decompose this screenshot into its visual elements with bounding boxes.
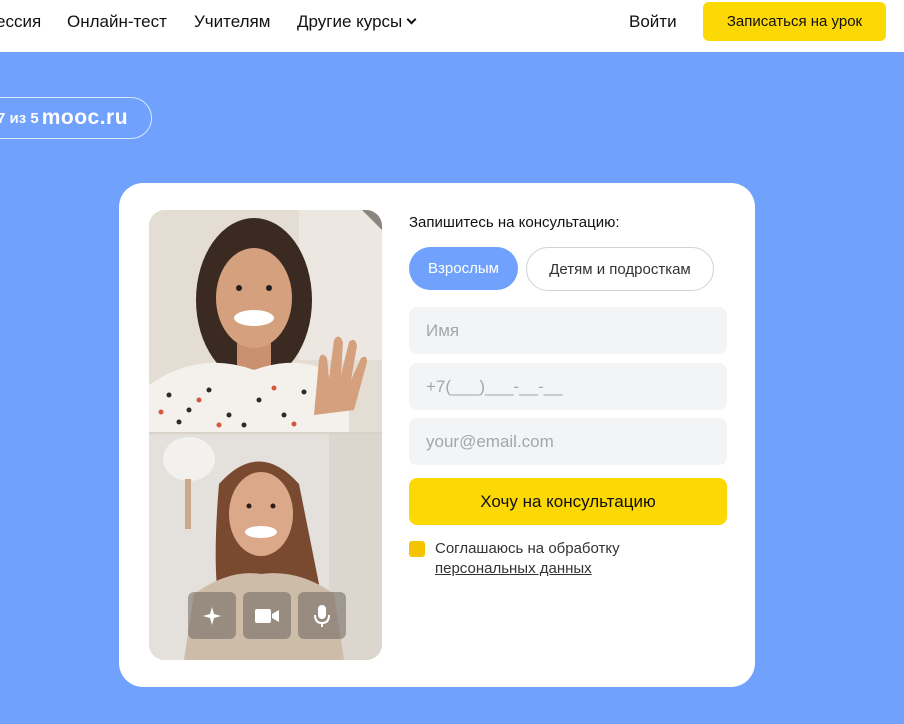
form-title: Запишитесь на консультацию:: [409, 214, 620, 231]
photo-adult-woman: [149, 210, 382, 432]
nav-item-online-test[interactable]: Онлайн-тест: [67, 12, 167, 32]
name-input[interactable]: [409, 307, 727, 354]
consent-checkbox[interactable]: [409, 541, 425, 557]
personal-data-link[interactable]: персональных данных: [435, 559, 592, 579]
phone-input[interactable]: [409, 363, 727, 410]
video-controls: [188, 592, 346, 639]
login-link[interactable]: Войти: [629, 12, 677, 32]
email-input[interactable]: [409, 418, 727, 465]
brand-logo: mooc.ru: [41, 106, 129, 129]
segment-kids-button[interactable]: Детям и подросткам: [526, 247, 714, 291]
nav-item-teachers[interactable]: Учителям: [194, 12, 270, 32]
chevron-down-icon: [406, 14, 417, 25]
nav-item-other-courses[interactable]: Другие курсы: [297, 12, 417, 32]
nav-item-session[interactable]: ессия: [0, 12, 41, 32]
video-camera-icon[interactable]: [243, 592, 291, 639]
rating-badge[interactable]: 7 из 5 mooc.ru: [0, 97, 152, 139]
site-header: ессия Онлайн-тест Учителям Другие курсы …: [0, 0, 904, 52]
sparkle-icon[interactable]: [188, 592, 236, 639]
consent-label: Соглашаюсь на обработку: [435, 540, 620, 557]
nav-item-other-courses-label: Другие курсы: [297, 12, 403, 31]
microphone-icon[interactable]: [298, 592, 346, 639]
consultation-card: Запишитесь на консультацию: Взрослым Дет…: [119, 183, 755, 687]
segment-adults-button[interactable]: Взрослым: [409, 247, 518, 290]
video-call-photo: [149, 210, 382, 660]
rating-text: 7 из 5: [0, 109, 39, 127]
signup-lesson-button[interactable]: Записаться на урок: [703, 2, 886, 41]
submit-consultation-button[interactable]: Хочу на консультацию: [409, 478, 727, 525]
